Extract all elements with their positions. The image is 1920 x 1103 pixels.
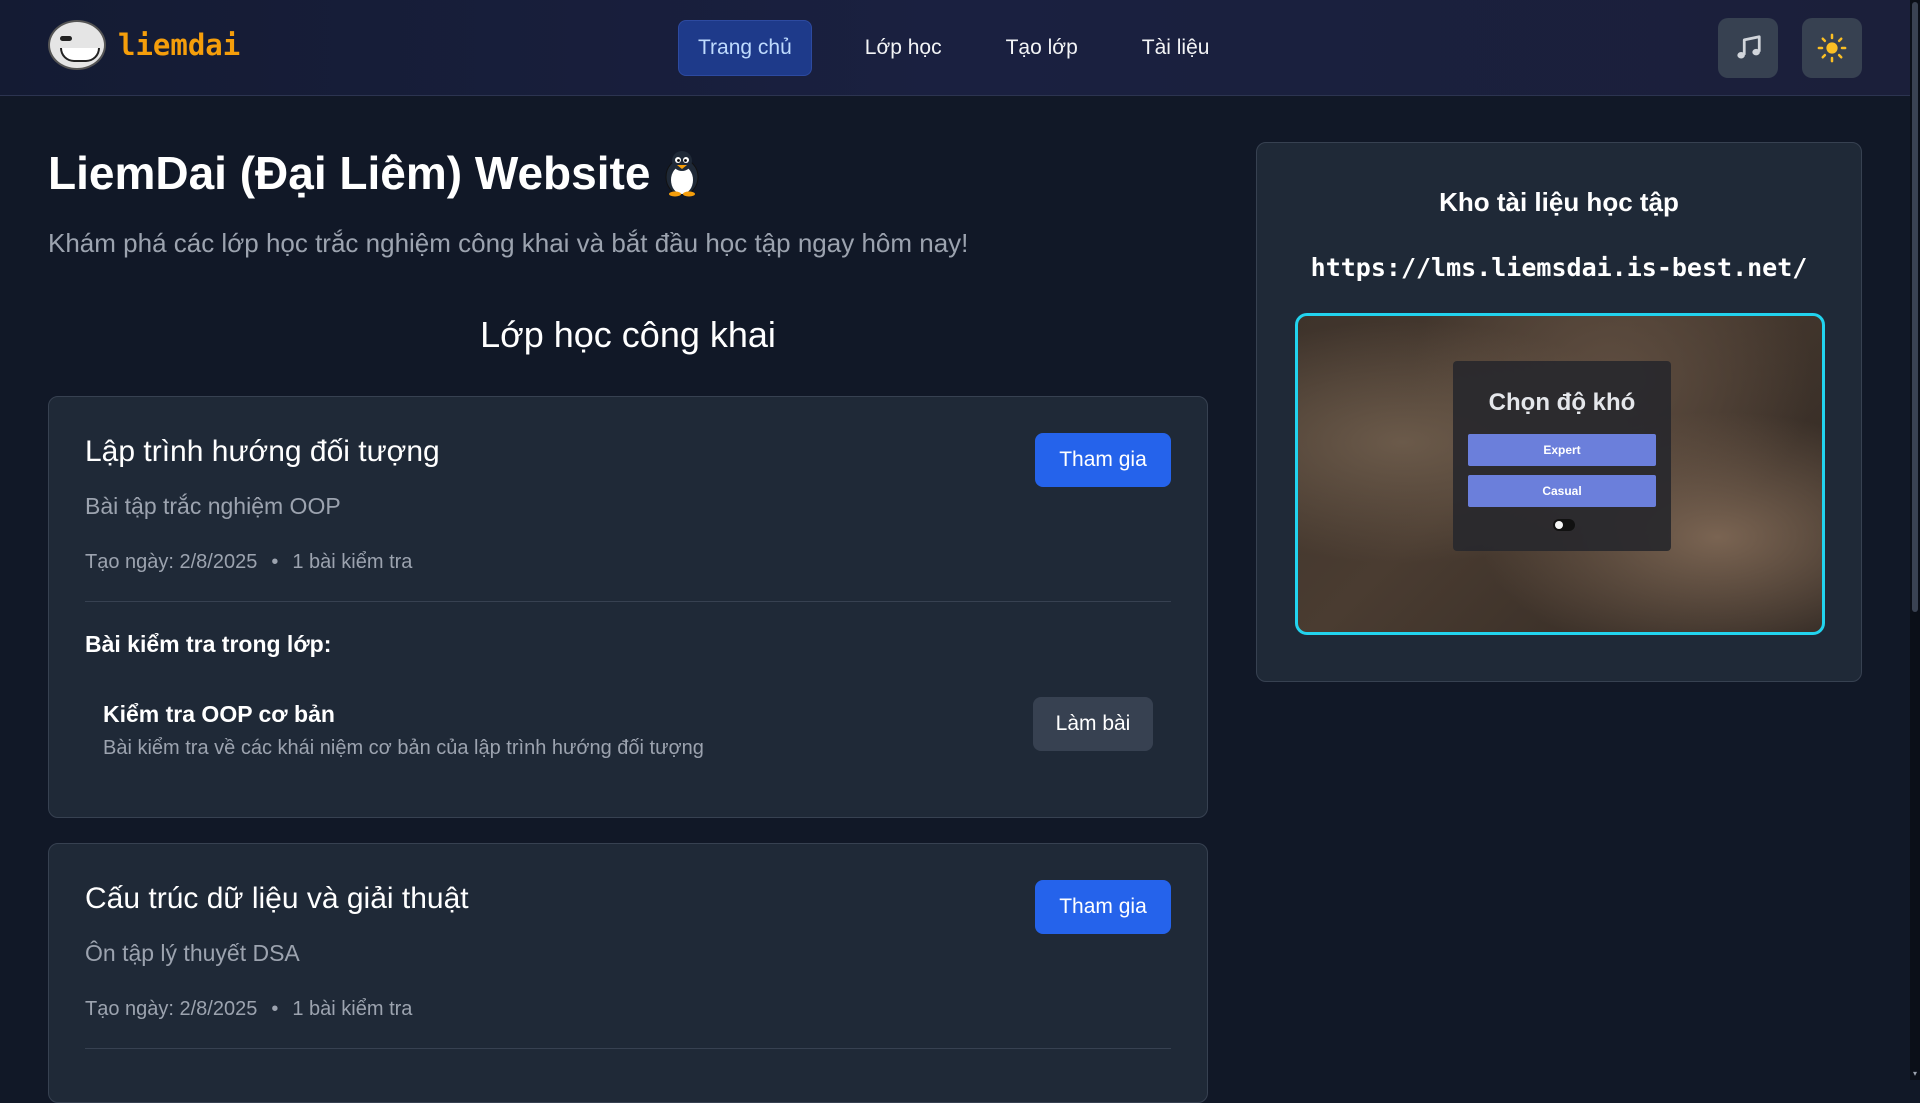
page-subtitle: Khám phá các lớp học trắc nghiệm công kh… xyxy=(48,228,969,258)
class-test-count: 1 bài kiểm tra xyxy=(292,998,413,1020)
class-card: Lập trình hướng đối tượng Bài tập trắc n… xyxy=(48,396,1208,818)
page-scrollbar[interactable]: ▾ xyxy=(1910,0,1920,1080)
class-card: Cấu trúc dữ liệu và giải thuật Ôn tập lý… xyxy=(48,843,1208,1103)
brand-logo[interactable]: liemdai xyxy=(48,20,240,70)
music-toggle-button[interactable] xyxy=(1718,18,1778,78)
card-divider xyxy=(85,601,1171,602)
resources-preview-image[interactable]: Chọn độ khó Expert Casual xyxy=(1295,313,1825,635)
difficulty-title: Chọn độ khó xyxy=(1488,389,1636,416)
resources-title: Kho tài liệu học tập xyxy=(1439,187,1679,217)
class-description: Bài tập trắc nghiệm OOP xyxy=(85,493,341,519)
page-title-text: LiemDai (Đại Liêm) Website xyxy=(48,147,651,199)
resources-panel: Kho tài liệu học tập https://lms.liemsda… xyxy=(1256,142,1862,682)
meta-separator: • xyxy=(271,551,279,573)
main-nav: Trang chủ Lớp học Tạo lớp Tài liệu xyxy=(678,20,1228,76)
join-class-button[interactable]: Tham gia xyxy=(1035,433,1171,487)
take-test-button[interactable]: Làm bài xyxy=(1033,697,1153,751)
music-icon xyxy=(1737,35,1761,59)
nav-classes[interactable]: Lớp học xyxy=(846,20,961,76)
sun-icon xyxy=(1817,33,1847,63)
page-title: LiemDai (Đại Liêm) Website xyxy=(48,146,704,200)
test-title: Kiểm tra OOP cơ bản xyxy=(103,701,335,727)
theme-toggle-button[interactable] xyxy=(1802,18,1862,78)
class-created-date: Tạo ngày: 2/8/2025 xyxy=(85,551,258,573)
brand-name: liemdai xyxy=(118,28,241,62)
class-test-count: 1 bài kiểm tra xyxy=(292,551,413,573)
class-title: Lập trình hướng đối tượng xyxy=(85,435,440,468)
scrollbar-thumb[interactable] xyxy=(1912,2,1918,612)
public-classes-heading: Lớp học công khai xyxy=(480,314,776,355)
test-description: Bài kiểm tra về các khái niệm cơ bản của… xyxy=(103,737,704,759)
toggle-icon xyxy=(1553,519,1575,531)
nav-create-class[interactable]: Tạo lớp xyxy=(987,20,1097,76)
class-meta: Tạo ngày: 2/8/2025 • 1 bài kiểm tra xyxy=(85,998,412,1021)
trollface-logo-icon xyxy=(48,20,106,70)
expert-option: Expert xyxy=(1468,434,1656,466)
tests-heading: Bài kiểm tra trong lớp: xyxy=(85,631,332,657)
resources-url-link[interactable]: https://lms.liemsdai.is-best.net/ xyxy=(1257,253,1861,282)
nav-home[interactable]: Trang chủ xyxy=(678,20,812,76)
class-title: Cấu trúc dữ liệu và giải thuật xyxy=(85,882,469,915)
class-description: Ôn tập lý thuyết DSA xyxy=(85,940,300,966)
join-class-button[interactable]: Tham gia xyxy=(1035,880,1171,934)
class-created-date: Tạo ngày: 2/8/2025 xyxy=(85,998,258,1020)
penguin-icon xyxy=(665,151,699,197)
class-meta: Tạo ngày: 2/8/2025 • 1 bài kiểm tra xyxy=(85,551,412,574)
difficulty-dialog: Chọn độ khó Expert Casual xyxy=(1453,361,1671,551)
test-item: Kiểm tra OOP cơ bản Bài kiểm tra về các … xyxy=(103,697,1153,767)
scroll-down-arrow-icon[interactable]: ▾ xyxy=(1911,1070,1919,1078)
nav-documents[interactable]: Tài liệu xyxy=(1123,20,1229,76)
casual-option: Casual xyxy=(1468,475,1656,507)
card-divider xyxy=(85,1048,1171,1049)
top-navbar: liemdai Trang chủ Lớp học Tạo lớp Tài li… xyxy=(0,0,1910,96)
meta-separator: • xyxy=(271,998,279,1020)
